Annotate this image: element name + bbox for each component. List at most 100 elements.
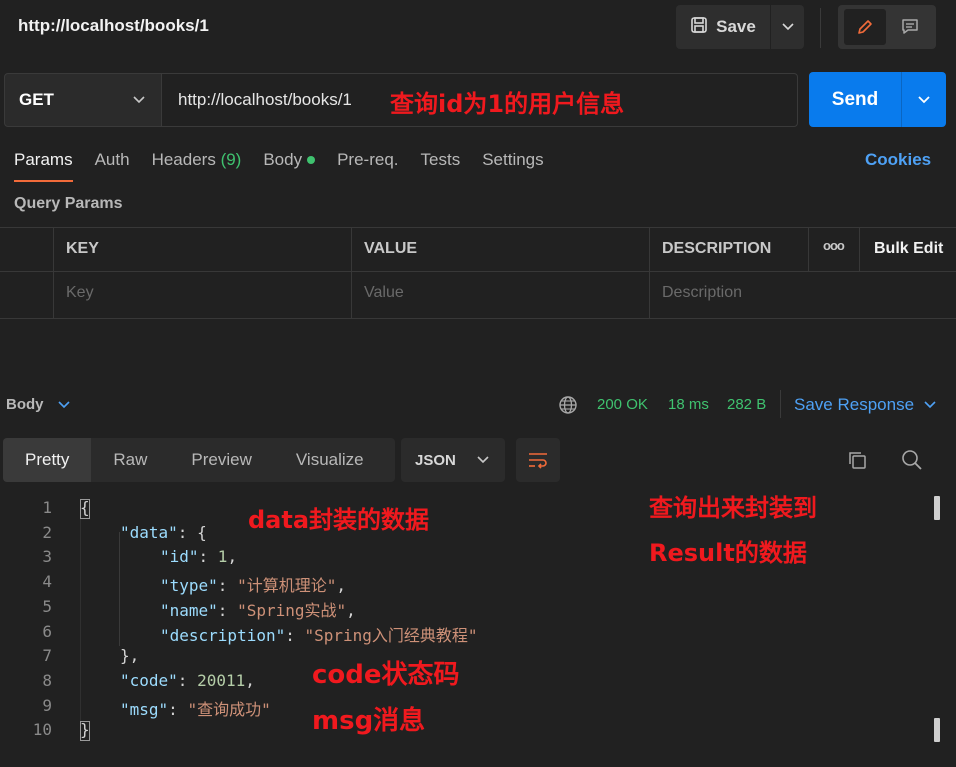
send-button[interactable]: Send [809, 72, 901, 127]
line-number: 3 [42, 547, 52, 567]
line-number: 10 [32, 720, 52, 740]
code-token: "查询成功" [187, 699, 271, 719]
code-token: , [346, 600, 356, 620]
edit-mode-button[interactable] [843, 9, 886, 45]
body-indicator-dot [307, 155, 316, 164]
comments-button[interactable] [889, 9, 931, 45]
code-token: }, [120, 646, 140, 666]
code-token: : [217, 600, 238, 620]
save-button[interactable]: Save [676, 5, 770, 49]
pencil-icon [857, 20, 872, 34]
tab-pretty[interactable]: Pretty [3, 438, 92, 482]
tab-headers[interactable]: Headers (9) [152, 150, 242, 170]
save-options-button[interactable] [770, 5, 804, 49]
copy-button[interactable] [846, 449, 868, 476]
code-line: "description": "Spring入门经典教程" [160, 622, 478, 646]
code-line: "code": 20011, [120, 671, 255, 690]
params-table [0, 227, 956, 319]
code-token: 20011 [197, 670, 246, 690]
key-input[interactable]: Key [66, 284, 94, 302]
response-view-tabs: Pretty Raw Preview Visualize [3, 438, 395, 482]
tab-tests[interactable]: Tests [421, 150, 461, 170]
code-token: , [336, 576, 346, 596]
line-number: 9 [42, 695, 52, 715]
url-text: http://localhost/books/1 [178, 90, 352, 109]
search-button[interactable] [900, 448, 924, 477]
more-options-button[interactable]: ooo [823, 238, 845, 253]
indent-guide [119, 532, 120, 646]
line-number: 4 [42, 572, 52, 592]
response-time: 18 ms [668, 396, 709, 413]
tab-settings[interactable]: Settings [482, 150, 543, 170]
code-line: "msg": "查询成功" [120, 696, 271, 720]
code-token: : [198, 547, 218, 567]
wrap-lines-button[interactable] [516, 438, 560, 482]
line-number: 1 [42, 498, 52, 517]
code-line: "name": "Spring实战", [160, 597, 356, 621]
line-number: 2 [42, 522, 52, 542]
comment-icon [901, 19, 918, 34]
code-line: "type": "计算机理论", [160, 572, 346, 596]
code-token: { [80, 498, 90, 517]
response-body-label: Body [6, 396, 44, 413]
tab-body[interactable]: Body [263, 150, 316, 170]
col-divider [859, 227, 860, 271]
format-select[interactable]: JSON [401, 438, 505, 482]
save-response-button[interactable]: Save Response [794, 395, 936, 415]
globe-icon[interactable] [558, 395, 578, 420]
code-token: } [80, 720, 90, 740]
tab-params[interactable]: Params [14, 150, 73, 182]
code-token: "id" [160, 547, 199, 567]
column-header-key: KEY [66, 240, 99, 257]
code-token: "msg" [120, 699, 169, 719]
code-token: : { [177, 522, 207, 542]
method-label: GET [19, 90, 54, 109]
response-code-view[interactable]: 1 {2 "data": {3 "id": 1, 4 "type": "计算机理论", 5 "… [0, 496, 956, 756]
indent-guide [80, 508, 81, 736]
chevron-down-icon [781, 23, 794, 31]
tab-preview[interactable]: Preview [169, 438, 273, 482]
request-title: http://localhost/books/1 [18, 16, 209, 35]
tab-auth[interactable]: Auth [95, 150, 130, 170]
code-token: "Spring入门经典教程" [304, 625, 478, 645]
tab-visualize[interactable]: Visualize [274, 438, 386, 482]
tab-pre-request[interactable]: Pre-req. [337, 150, 398, 170]
col-divider [649, 227, 650, 319]
tab-headers-label: Headers [151, 150, 216, 169]
code-token: , [245, 670, 255, 690]
line-number: 8 [42, 670, 52, 690]
value-input[interactable]: Value [364, 284, 404, 302]
code-token: : [217, 576, 238, 596]
cookies-link[interactable]: Cookies [865, 150, 931, 170]
line-number: 5 [42, 596, 52, 616]
scrollbar-thumb-bottom[interactable] [934, 718, 940, 742]
code-line: }, [120, 646, 139, 665]
search-icon [902, 450, 922, 470]
send-options-button[interactable] [901, 72, 946, 127]
tab-raw[interactable]: Raw [91, 438, 169, 482]
query-params-title: Query Params [14, 195, 123, 212]
mode-toggle [838, 5, 936, 49]
column-header-value: VALUE [364, 240, 418, 257]
method-select[interactable]: GET [4, 73, 162, 127]
scrollbar-thumb-top[interactable] [934, 496, 940, 520]
code-token: , [227, 547, 238, 567]
code-line: } [80, 720, 90, 739]
chevron-down-icon [133, 96, 145, 104]
line-number: 7 [42, 646, 52, 666]
bulk-edit-button[interactable]: Bulk Edit [874, 240, 943, 258]
col-divider [351, 227, 352, 319]
annotation-result-note-2: Result的数据 [649, 539, 807, 567]
code-token: "code" [120, 670, 178, 690]
description-input[interactable]: Description [662, 284, 742, 302]
code-token: : [177, 670, 198, 690]
annotation-url-note: 查询id为1的用户信息 [390, 90, 625, 118]
response-body-select[interactable]: Body [6, 396, 70, 413]
chevron-down-icon [924, 401, 936, 409]
save-label: Save [716, 17, 756, 36]
code-token: "Spring实战" [237, 600, 347, 620]
wrap-lines-icon [529, 453, 547, 469]
request-tabs: Params Auth Headers (9) Body Pre-req. Te… [14, 150, 566, 182]
chevron-down-icon [477, 456, 489, 464]
code-line: { [80, 498, 90, 517]
